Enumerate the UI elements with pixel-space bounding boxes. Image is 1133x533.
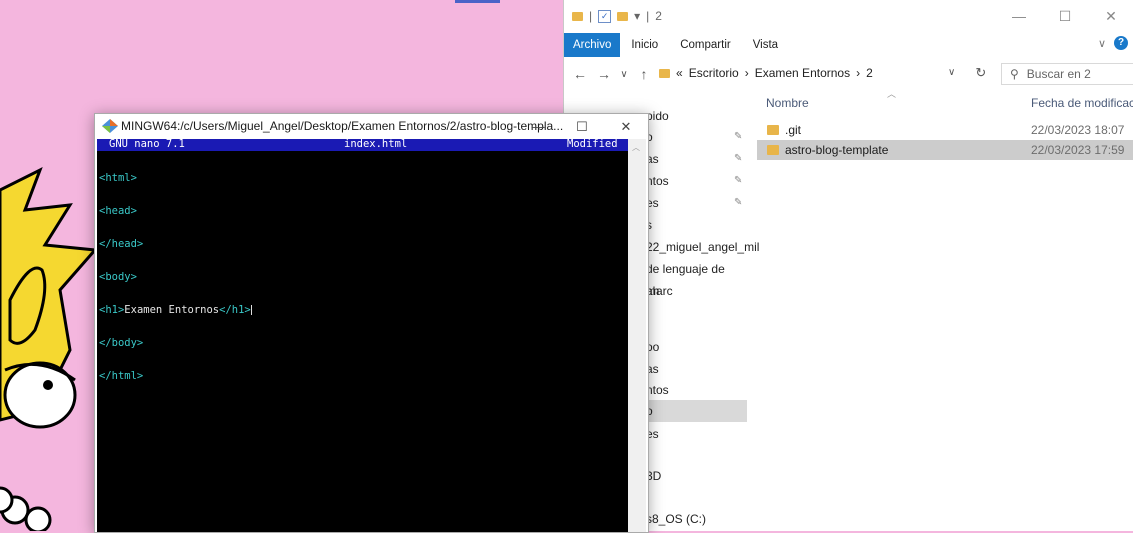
search-placeholder: Buscar en 2 [1026, 67, 1091, 81]
terminal-scrollbar[interactable]: ︿ [628, 139, 646, 532]
column-header-name[interactable]: Nombre [766, 96, 809, 110]
terminal-body[interactable]: GNU nano 7.1 index.html Modified <html> … [97, 139, 628, 532]
nav-item-label: s8_OS (C:) [646, 512, 707, 526]
window-path-title: 2 [655, 9, 662, 23]
file-name: .git [785, 123, 802, 137]
file-row-selected[interactable]: astro-blog-template 22/03/2023 17:59 [757, 140, 1133, 160]
breadcrumb-overflow[interactable]: « [676, 66, 683, 80]
html-tag: </h1> [219, 304, 251, 316]
quick-access-toolbar: | ✓ ▾ | 2 [572, 9, 662, 23]
folder-icon [767, 125, 779, 135]
column-header-date[interactable]: Fecha de modificació [1031, 96, 1133, 110]
search-input[interactable]: ⚲ Buscar en 2 [1001, 63, 1133, 85]
sort-up-icon: ︿ [887, 89, 897, 99]
nano-file-name: index.html [344, 138, 408, 150]
html-tag: <head> [99, 205, 137, 217]
breadcrumb-examen-entornos[interactable]: Examen Entornos [755, 66, 850, 80]
maximize-button[interactable]: ☐ [1042, 0, 1088, 33]
html-tag: </head> [99, 238, 144, 250]
qat-dropdown-icon[interactable]: ▾ [634, 9, 640, 23]
address-dropdown-icon[interactable]: ∨ [948, 61, 955, 85]
tab-inicio[interactable]: Inicio [620, 33, 669, 57]
explorer-window-controls: — ☐ ✕ [996, 0, 1133, 33]
nav-item-label: pido [646, 109, 669, 123]
folder-icon [767, 145, 779, 155]
scroll-up-icon[interactable]: ︿ [632, 142, 640, 153]
tab-archivo[interactable]: Archivo [564, 33, 621, 57]
terminal-title: MINGW64:/c/Users/Miguel_Angel/Desktop/Ex… [121, 119, 564, 133]
close-button[interactable]: ✕ [604, 114, 648, 139]
html-tag: </body> [99, 337, 144, 349]
html-tag: <h1> [99, 304, 125, 316]
file-name: astro-blog-template [785, 143, 889, 157]
nano-version: GNU nano 7.1 [109, 138, 185, 150]
pin-icon: ✎ [734, 175, 743, 186]
address-bar[interactable]: « Escritorio › Examen Entornos › 2 [659, 61, 989, 85]
column-headers: ︿ Nombre Fecha de modificació [757, 89, 1133, 116]
breadcrumb-separator: › [744, 66, 749, 80]
html-tag: </html> [99, 370, 144, 382]
pin-icon: ✎ [734, 197, 743, 208]
maximize-button[interactable]: ☐ [560, 114, 604, 139]
breadcrumb-2[interactable]: 2 [866, 66, 873, 80]
folder-icon [659, 68, 670, 78]
explorer-titlebar: | ✓ ▾ | 2 — ☐ ✕ [564, 0, 1133, 33]
tab-compartir[interactable]: Compartir [669, 33, 741, 57]
up-arrow-icon[interactable]: ↑ [634, 66, 654, 82]
close-button[interactable]: ✕ [1088, 0, 1133, 33]
code-line: <h1>Examen Entornos</h1> [99, 305, 252, 316]
breadcrumb-separator: › [856, 66, 861, 80]
minimize-button[interactable]: — [996, 0, 1042, 33]
tab-vista[interactable]: Vista [742, 33, 789, 57]
code-line: <head> [99, 206, 252, 217]
terminal-window: MINGW64:/c/Users/Miguel_Angel/Desktop/Ex… [94, 113, 649, 533]
forward-arrow-icon[interactable]: → [594, 66, 614, 82]
text-cursor [250, 305, 252, 315]
properties-icon[interactable]: ✓ [598, 9, 612, 23]
nav-item-label: ntos [646, 174, 669, 188]
minimize-button[interactable]: — [516, 114, 560, 139]
address-row: ← → ∨ ↑ « Escritorio › Examen Entornos ›… [564, 58, 1133, 90]
nano-status: Modified [567, 138, 618, 150]
code-line: </body> [99, 338, 252, 349]
nav-item-label: ntos [646, 383, 669, 397]
file-list: ︿ Nombre Fecha de modificació .git 22/03… [757, 89, 1133, 531]
file-row[interactable]: .git 22/03/2023 18:07 [757, 120, 1133, 140]
taskbar-fragment [455, 0, 500, 3]
html-tag: <body> [99, 271, 137, 283]
code-line: </head> [99, 239, 252, 250]
ribbon-tabs: Archivo Inicio Compartir Vista ∨ ? [564, 33, 1133, 57]
html-tag: <html> [99, 172, 137, 184]
refresh-icon[interactable]: ↻ [975, 61, 986, 85]
nano-header-bar: GNU nano 7.1 index.html Modified [97, 139, 628, 151]
pin-icon: ✎ [734, 131, 743, 142]
file-date: 22/03/2023 18:07 [1031, 123, 1125, 137]
pin-icon: ✎ [734, 153, 743, 164]
breadcrumb-escritorio[interactable]: Escritorio [689, 66, 739, 80]
recent-locations-icon[interactable]: ∨ [614, 69, 634, 80]
separator: | [646, 9, 650, 23]
separator: | [589, 9, 593, 23]
file-date: 22/03/2023 17:59 [1031, 143, 1125, 157]
code-line: <body> [99, 272, 252, 283]
terminal-window-controls: — ☐ ✕ [516, 114, 648, 139]
heading-text: Examen Entornos [124, 304, 220, 316]
back-arrow-icon[interactable]: ← [570, 66, 590, 82]
help-icon[interactable]: ? [1114, 36, 1128, 50]
mingw-icon [102, 119, 118, 133]
nav-item-label: 22_miguel_angel_mil [646, 240, 760, 254]
code-line: </html> [99, 371, 252, 382]
wallpaper-art [0, 166, 99, 531]
code-line: <html> [99, 173, 252, 184]
terminal-titlebar[interactable]: MINGW64:/c/Users/Miguel_Angel/Desktop/Ex… [95, 114, 648, 139]
expand-ribbon-icon[interactable]: ∨ [1098, 37, 1106, 50]
new-folder-icon[interactable] [617, 11, 629, 21]
editor-buffer[interactable]: <html> <head> </head> <body> <h1>Examen … [99, 151, 252, 404]
search-icon: ⚲ [1010, 67, 1019, 81]
folder-icon [572, 11, 583, 21]
